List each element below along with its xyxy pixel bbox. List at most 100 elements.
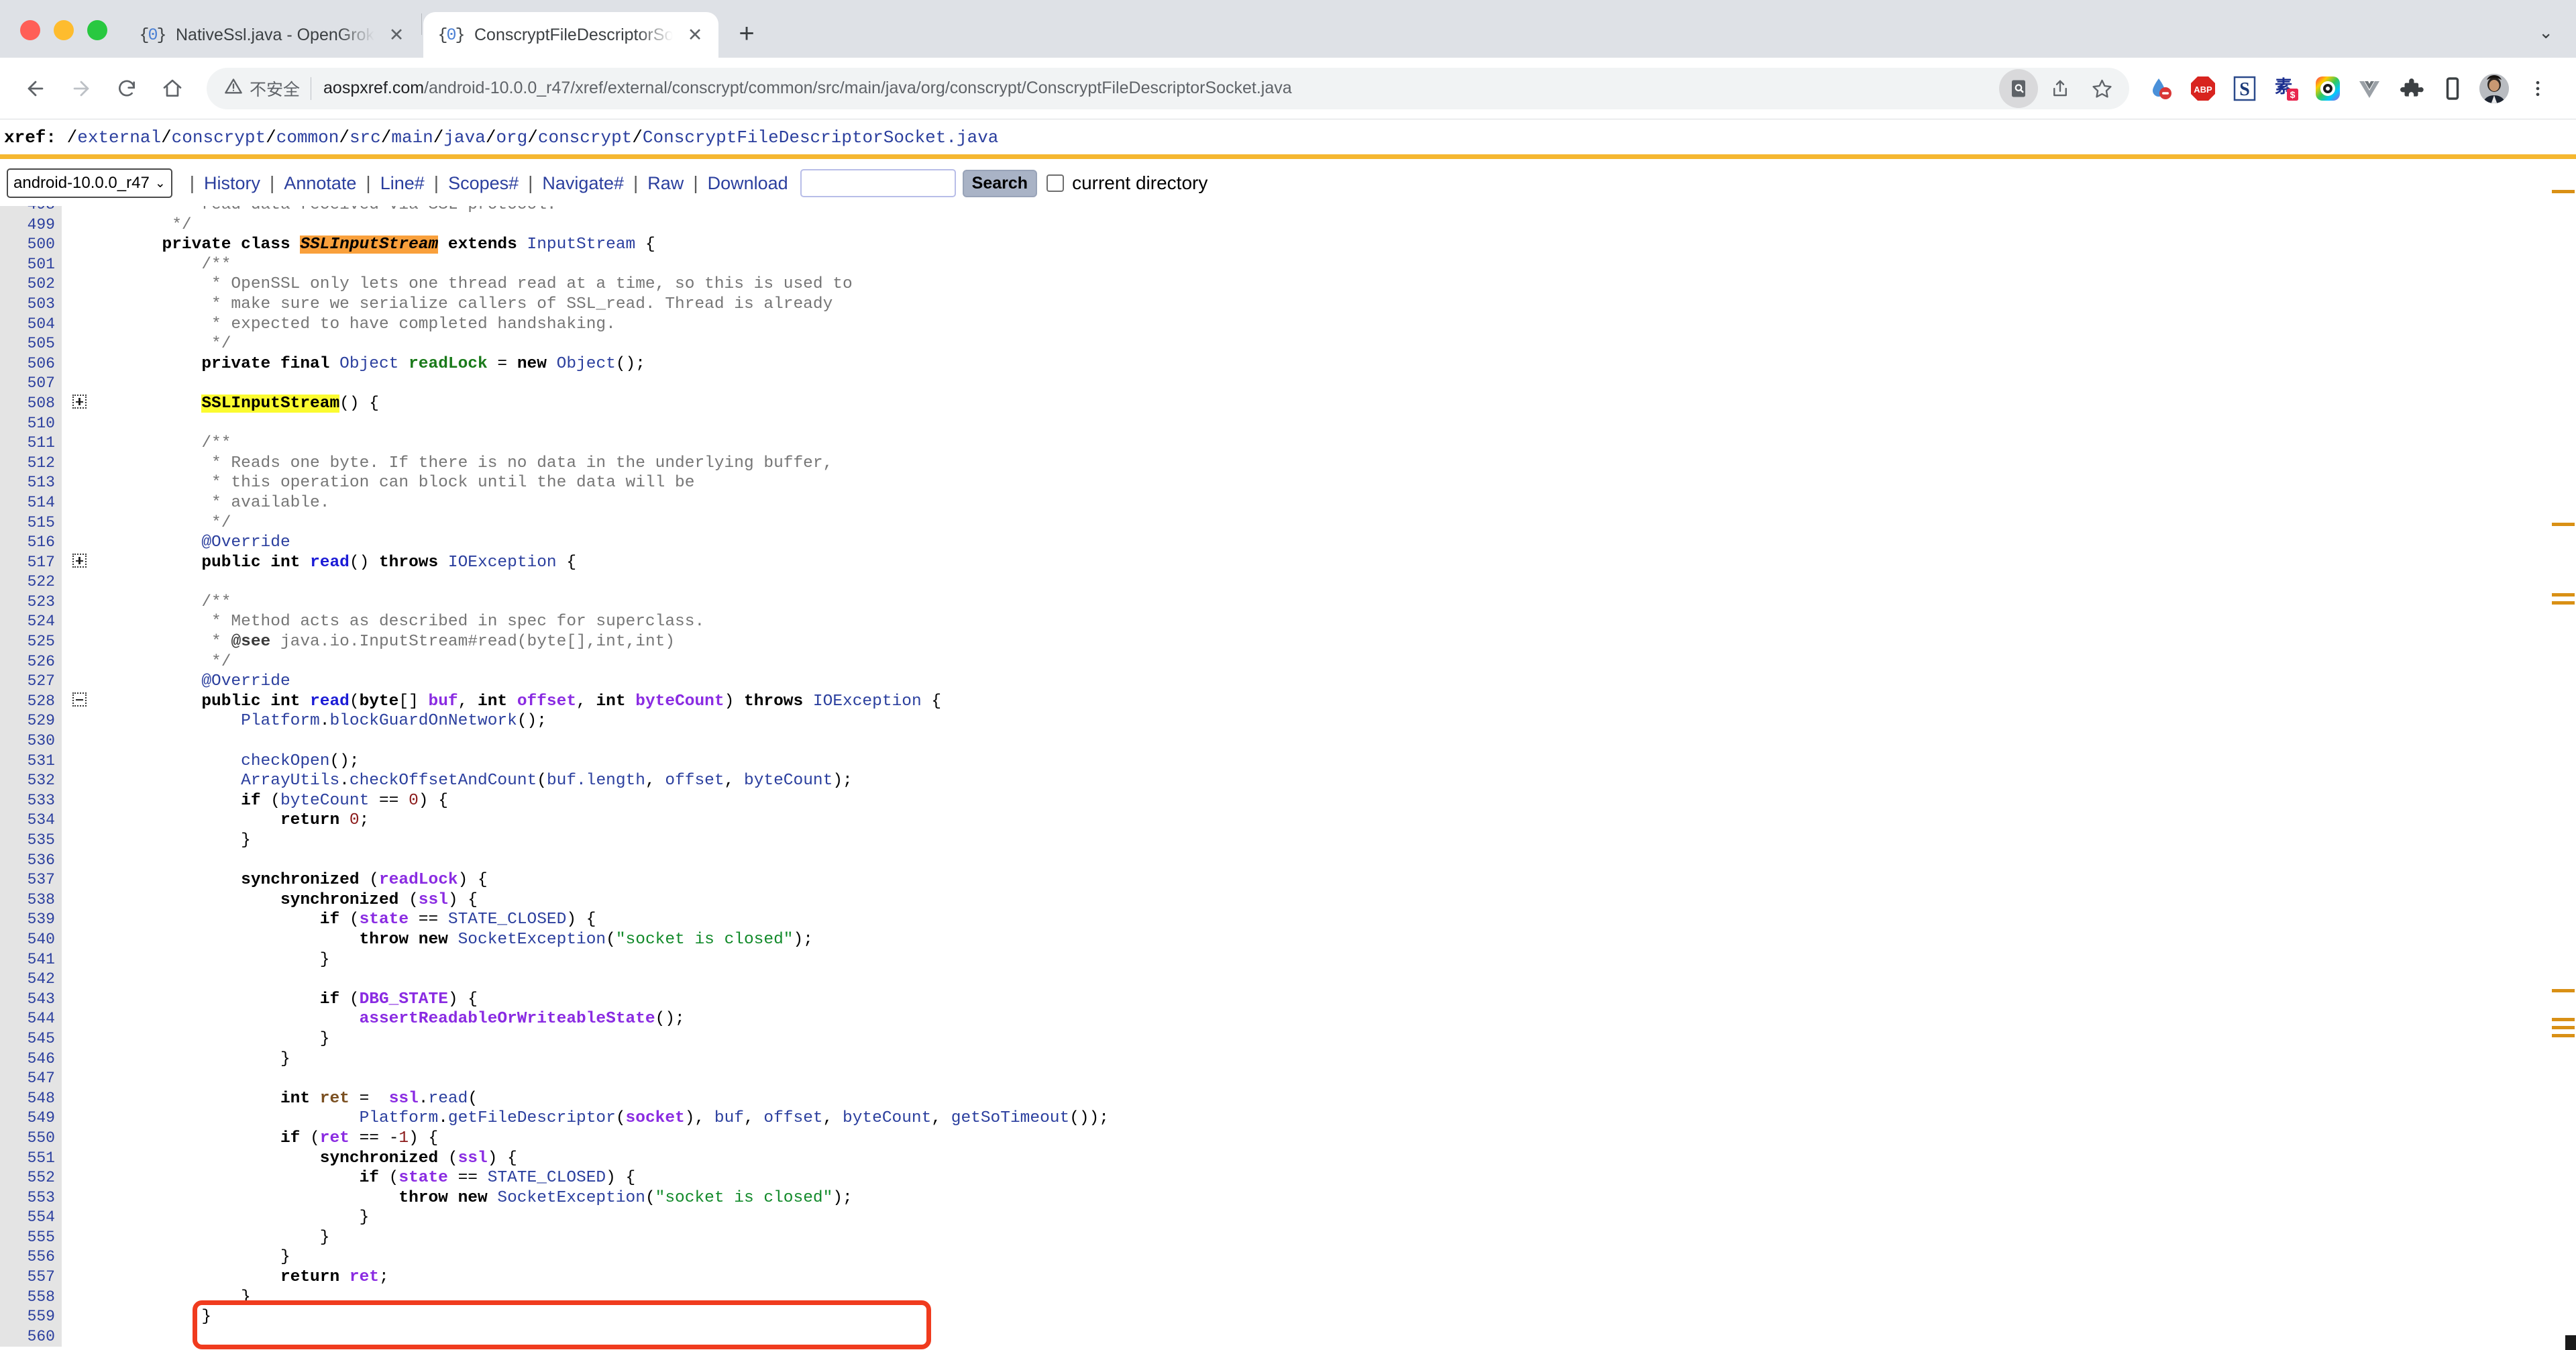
line-number[interactable]: 556 bbox=[0, 1247, 62, 1268]
code-line-content[interactable]: synchronized (readLock) { bbox=[97, 870, 1109, 890]
line-number[interactable]: 512 bbox=[0, 453, 62, 474]
code-line-content[interactable]: * expected to have completed handshaking… bbox=[97, 315, 1109, 335]
project-select[interactable]: android-10.0.0_r47 ⌄ bbox=[7, 168, 172, 198]
breadcrumb-segment[interactable]: ConscryptFileDescriptorSocket.java bbox=[643, 127, 999, 148]
source-code-viewer[interactable]: 498 read data received via SSL protocol.… bbox=[0, 206, 2576, 1350]
browser-tab-2[interactable]: {0} ConscryptFileDescriptorSocket ✕ bbox=[423, 12, 718, 58]
code-line-content[interactable]: int ret = ssl.read( bbox=[97, 1089, 1109, 1109]
current-directory-checkbox[interactable] bbox=[1046, 174, 1065, 192]
code-line-content[interactable]: private class SSLInputStream extends Inp… bbox=[97, 235, 1109, 255]
code-line-content[interactable]: /** bbox=[97, 592, 1109, 613]
line-number[interactable]: 517 bbox=[0, 552, 62, 573]
code-line-content[interactable]: @Override bbox=[97, 533, 1109, 553]
line-number[interactable]: 502 bbox=[0, 274, 62, 295]
code-line-content[interactable]: if (DBG_STATE) { bbox=[97, 990, 1109, 1010]
line-number[interactable]: 501 bbox=[0, 254, 62, 275]
nav-link-navigate[interactable]: Navigate# bbox=[539, 173, 627, 194]
code-line-content[interactable]: * available. bbox=[97, 493, 1109, 513]
code-line-content[interactable]: assertReadableOrWriteableState(); bbox=[97, 1009, 1109, 1029]
chevron-down-icon[interactable]: ⌄ bbox=[2538, 22, 2553, 43]
collapse-fold-icon[interactable] bbox=[62, 691, 97, 712]
code-line-content[interactable]: * make sure we serialize callers of SSL_… bbox=[97, 295, 1109, 315]
browser-menu-button[interactable] bbox=[2517, 68, 2559, 109]
line-number[interactable]: 500 bbox=[0, 235, 62, 255]
breadcrumb-segment[interactable]: org bbox=[496, 127, 527, 148]
code-line-content[interactable]: * OpenSSL only lets one thread read at a… bbox=[97, 274, 1109, 295]
line-number[interactable]: 505 bbox=[0, 334, 62, 354]
code-line-content[interactable]: Platform.getFileDescriptor(socket), buf,… bbox=[97, 1108, 1109, 1129]
share-icon[interactable] bbox=[2041, 69, 2080, 108]
line-number[interactable]: 532 bbox=[0, 771, 62, 791]
line-number[interactable]: 560 bbox=[0, 1327, 62, 1347]
line-number[interactable]: 514 bbox=[0, 492, 62, 513]
code-line-content[interactable]: public int read(byte[] buf, int offset, … bbox=[97, 692, 1109, 712]
code-line-content[interactable]: /** bbox=[97, 433, 1109, 454]
code-line-content[interactable]: SSLInputStream() { bbox=[97, 394, 1109, 414]
line-number[interactable]: 550 bbox=[0, 1128, 62, 1149]
code-line-content[interactable] bbox=[97, 572, 1109, 592]
home-button[interactable] bbox=[152, 68, 193, 109]
line-number[interactable]: 537 bbox=[0, 870, 62, 890]
breadcrumb-segment[interactable]: java bbox=[443, 127, 485, 148]
code-line-content[interactable]: throw new SocketException("socket is clo… bbox=[97, 930, 1109, 950]
breadcrumb-segment[interactable]: conscrypt bbox=[538, 127, 632, 148]
line-number[interactable]: 524 bbox=[0, 612, 62, 633]
puzzle-extensions-icon[interactable] bbox=[2392, 70, 2430, 107]
line-number[interactable]: 539 bbox=[0, 910, 62, 930]
line-number[interactable]: 553 bbox=[0, 1188, 62, 1208]
code-line-content[interactable]: if (ret == -1) { bbox=[97, 1129, 1109, 1149]
mobile-view-icon[interactable] bbox=[2434, 70, 2471, 107]
code-line-content[interactable]: } bbox=[97, 1288, 1109, 1308]
close-window-button[interactable] bbox=[20, 20, 40, 40]
code-line-content[interactable]: private final Object readLock = new Obje… bbox=[97, 354, 1109, 374]
code-line-content[interactable]: * Method acts as described in spec for s… bbox=[97, 612, 1109, 632]
line-number[interactable]: 523 bbox=[0, 592, 62, 613]
line-number[interactable]: 507 bbox=[0, 374, 62, 394]
line-number[interactable]: 529 bbox=[0, 711, 62, 732]
line-number[interactable]: 546 bbox=[0, 1049, 62, 1070]
browser-tab-1[interactable]: {0} NativeSsl.java - OpenGrok cros ✕ bbox=[125, 12, 420, 58]
line-number[interactable]: 504 bbox=[0, 314, 62, 335]
code-line-content[interactable] bbox=[97, 731, 1109, 751]
code-line-content[interactable] bbox=[97, 970, 1109, 990]
code-line-content[interactable]: @Override bbox=[97, 672, 1109, 692]
code-line-content[interactable] bbox=[97, 414, 1109, 434]
line-number[interactable]: 515 bbox=[0, 513, 62, 533]
breadcrumb-segment[interactable]: src bbox=[350, 127, 381, 148]
colorful-circle-extension-icon[interactable] bbox=[2309, 70, 2347, 107]
forward-button[interactable] bbox=[60, 68, 102, 109]
line-number[interactable]: 558 bbox=[0, 1287, 62, 1308]
line-number[interactable]: 540 bbox=[0, 929, 62, 950]
back-button[interactable] bbox=[15, 68, 56, 109]
code-line-content[interactable]: public int read() throws IOException { bbox=[97, 553, 1109, 573]
line-number[interactable]: 541 bbox=[0, 949, 62, 970]
line-number[interactable]: 525 bbox=[0, 632, 62, 652]
line-number[interactable]: 516 bbox=[0, 533, 62, 553]
code-line-content[interactable] bbox=[97, 1069, 1109, 1089]
code-line-content[interactable] bbox=[97, 374, 1109, 394]
line-number[interactable]: 535 bbox=[0, 831, 62, 851]
vue-devtools-icon[interactable] bbox=[2351, 70, 2388, 107]
nav-link-annotate[interactable]: Annotate bbox=[281, 173, 359, 194]
chinese-dollar-extension-icon[interactable]: 素 $ bbox=[2267, 70, 2305, 107]
line-number[interactable]: 503 bbox=[0, 294, 62, 315]
new-tab-button[interactable]: + bbox=[728, 15, 765, 52]
profile-avatar[interactable] bbox=[2475, 70, 2513, 107]
abp-icon[interactable]: ABP bbox=[2184, 70, 2222, 107]
search-input[interactable] bbox=[800, 169, 956, 197]
code-line-content[interactable]: checkOpen(); bbox=[97, 751, 1109, 772]
minimize-window-button[interactable] bbox=[54, 20, 74, 40]
line-number[interactable]: 508 bbox=[0, 393, 62, 414]
line-number[interactable]: 510 bbox=[0, 413, 62, 434]
code-line-content[interactable]: synchronized (ssl) { bbox=[97, 1149, 1109, 1169]
line-number[interactable]: 533 bbox=[0, 790, 62, 811]
code-line-content[interactable]: /** bbox=[97, 255, 1109, 275]
code-line-content[interactable] bbox=[97, 851, 1109, 871]
code-line-content[interactable]: } bbox=[97, 1228, 1109, 1248]
expand-fold-icon[interactable] bbox=[62, 552, 97, 573]
line-number[interactable]: 545 bbox=[0, 1029, 62, 1049]
line-number[interactable]: 552 bbox=[0, 1168, 62, 1188]
expand-fold-icon[interactable] bbox=[62, 393, 97, 414]
bookmark-star-icon[interactable] bbox=[2082, 69, 2121, 108]
code-line-content[interactable]: } bbox=[97, 831, 1109, 851]
